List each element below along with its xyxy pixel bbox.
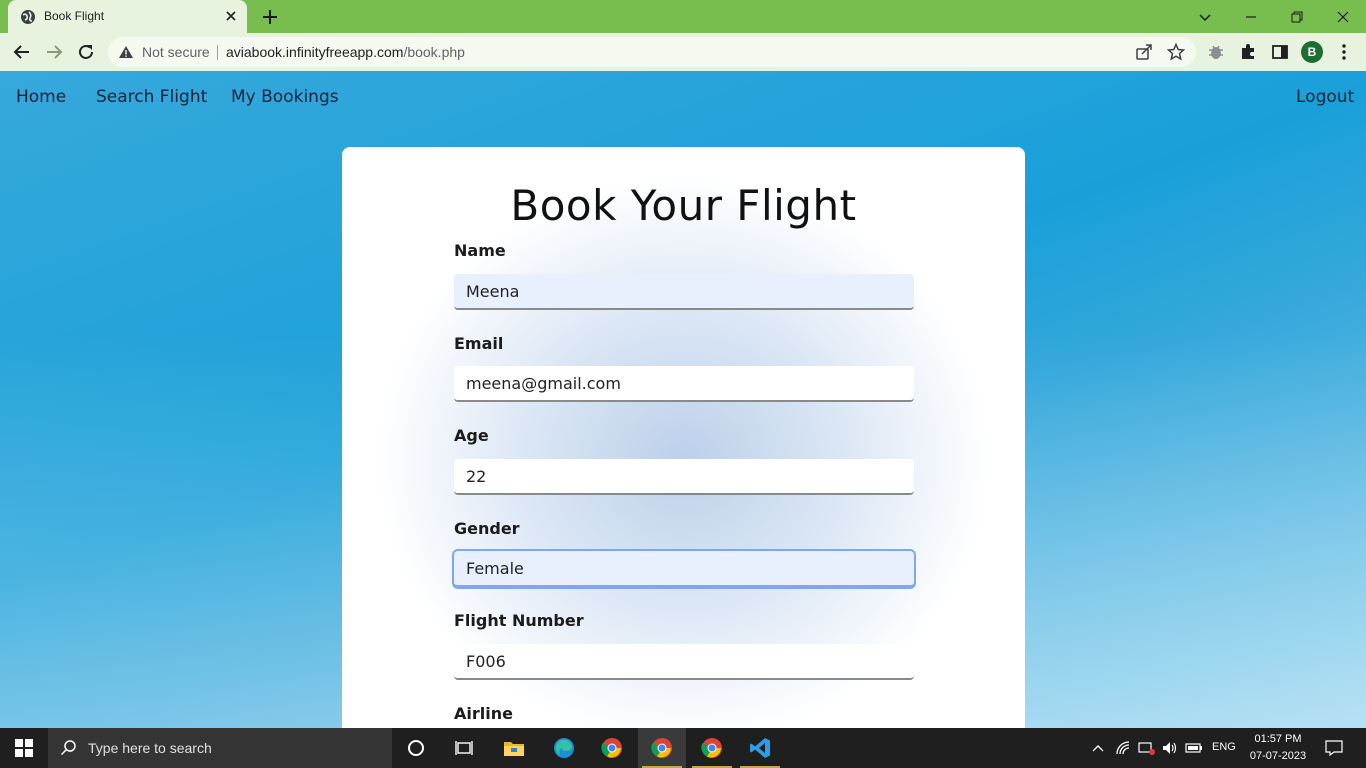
tab-title: Book Flight <box>44 9 105 23</box>
browser-tab[interactable]: Book Flight <box>8 0 247 33</box>
share-button[interactable] <box>1133 41 1155 63</box>
globe-icon <box>21 10 35 24</box>
minimize-icon <box>1246 15 1256 18</box>
url-host: aviabook.infinityfreeapp.com <box>226 44 404 60</box>
back-icon <box>13 45 29 59</box>
file-explorer-button[interactable] <box>490 728 538 768</box>
extension-bug-icon <box>1209 45 1223 59</box>
browser-tabstrip: Book Flight <box>0 0 1366 33</box>
name-input[interactable]: Meena <box>454 274 914 310</box>
bookmark-button[interactable] <box>1165 41 1187 63</box>
close-icon[interactable] <box>223 8 239 24</box>
side-panel-button[interactable] <box>1269 41 1291 63</box>
url-text[interactable]: aviabook.infinityfreeapp.com/book.php <box>226 44 465 60</box>
chrome-icon <box>701 738 722 758</box>
task-view-button[interactable] <box>440 728 488 768</box>
profile-avatar[interactable]: B <box>1301 41 1323 63</box>
form-title: Book Your Flight <box>510 181 857 230</box>
browser-toolbar: Not secure aviabook.infinityfreeapp.com/… <box>0 33 1366 71</box>
chrome-button[interactable] <box>588 728 636 768</box>
flight-number-label: Flight Number <box>454 611 584 630</box>
battery-button[interactable] <box>1184 728 1204 768</box>
search-icon <box>60 740 76 756</box>
close-icon <box>1337 11 1349 22</box>
forward-icon <box>47 45 63 59</box>
meet-now-button[interactable] <box>1136 728 1158 768</box>
reload-icon <box>79 44 93 59</box>
email-input[interactable]: meena@gmail.com <box>454 366 914 402</box>
cortana-button[interactable] <box>392 728 440 768</box>
vscode-icon <box>750 738 770 758</box>
share-icon <box>1136 44 1152 60</box>
nav-my-bookings-link[interactable]: My Bookings <box>231 87 339 107</box>
windows-taskbar: Type here to search ENG 01:57 PM 07-07-2… <box>0 728 1366 768</box>
chevron-down-icon <box>1199 13 1211 21</box>
video-icon <box>1138 742 1155 755</box>
edge-icon <box>554 738 574 758</box>
warning-icon[interactable] <box>118 44 134 60</box>
taskbar-search-placeholder: Type here to search <box>88 740 212 756</box>
star-icon <box>1167 43 1185 61</box>
nav-logout-link[interactable]: Logout <box>1296 87 1354 107</box>
windows-start-icon <box>15 739 33 757</box>
chevron-up-icon <box>1092 745 1104 752</box>
show-hidden-icons-button[interactable] <box>1088 728 1108 768</box>
gender-input[interactable]: Female <box>452 549 916 589</box>
tab-search-button[interactable] <box>1182 0 1228 33</box>
plus-icon[interactable] <box>260 7 280 27</box>
restore-button[interactable] <box>1274 0 1320 33</box>
back-button[interactable] <box>11 41 33 63</box>
notification-icon <box>1325 740 1343 756</box>
url-path: /book.php <box>403 44 465 60</box>
vscode-button[interactable] <box>736 728 784 768</box>
reload-button[interactable] <box>75 41 97 63</box>
start-button[interactable] <box>0 728 48 768</box>
side-panel-icon <box>1272 45 1288 59</box>
security-label[interactable]: Not secure <box>142 44 210 60</box>
gender-label: Gender <box>454 519 520 538</box>
name-label: Name <box>454 241 506 260</box>
site-navbar: Home Search Flight My Bookings Logout <box>0 71 1366 123</box>
battery-icon <box>1185 743 1202 753</box>
clock-date: 07-07-2023 <box>1249 750 1307 762</box>
forward-button[interactable] <box>43 41 65 63</box>
browser-menu-button[interactable] <box>1333 41 1355 63</box>
chrome-profile-b-button[interactable] <box>638 728 686 768</box>
volume-button[interactable] <box>1160 728 1180 768</box>
flight-number-input[interactable]: F006 <box>454 644 914 680</box>
email-label: Email <box>454 334 504 353</box>
age-label: Age <box>454 426 489 445</box>
task-view-icon <box>455 741 473 755</box>
extension-button[interactable] <box>1205 41 1227 63</box>
cortana-icon <box>408 740 424 756</box>
system-clock[interactable]: 01:57 PM 07-07-2023 <box>1244 731 1312 765</box>
address-bar[interactable]: Not secure aviabook.infinityfreeapp.com/… <box>108 37 1196 67</box>
volume-icon <box>1163 742 1177 754</box>
chrome-icon <box>651 738 672 758</box>
airline-label: Airline <box>454 704 513 723</box>
minimize-button[interactable] <box>1228 0 1274 33</box>
file-explorer-icon <box>504 742 524 756</box>
input-language[interactable]: ENG <box>1212 741 1236 753</box>
puzzle-icon <box>1242 44 1254 59</box>
edge-button[interactable] <box>540 728 588 768</box>
age-input[interactable]: 22 <box>454 459 914 495</box>
extensions-menu-button[interactable] <box>1237 41 1259 63</box>
booking-form-card: Book Your Flight Name Meena Email meena@… <box>342 147 1025 728</box>
window-close-button[interactable] <box>1320 0 1366 33</box>
network-icon <box>1116 741 1130 755</box>
clock-time: 01:57 PM <box>1254 733 1302 745</box>
more-vert-icon <box>1342 44 1346 60</box>
chrome-icon <box>601 738 622 758</box>
chrome-profile-m-button[interactable] <box>688 728 736 768</box>
network-button[interactable] <box>1114 728 1134 768</box>
nav-home-link[interactable]: Home <box>16 87 66 107</box>
restore-icon <box>1291 11 1303 22</box>
page-content: Home Search Flight My Bookings Logout Bo… <box>0 71 1366 728</box>
notification-center-button[interactable] <box>1320 728 1348 768</box>
address-separator <box>217 45 218 60</box>
taskbar-search-box[interactable]: Type here to search <box>48 728 392 768</box>
nav-search-flight-link[interactable]: Search Flight <box>96 87 207 107</box>
